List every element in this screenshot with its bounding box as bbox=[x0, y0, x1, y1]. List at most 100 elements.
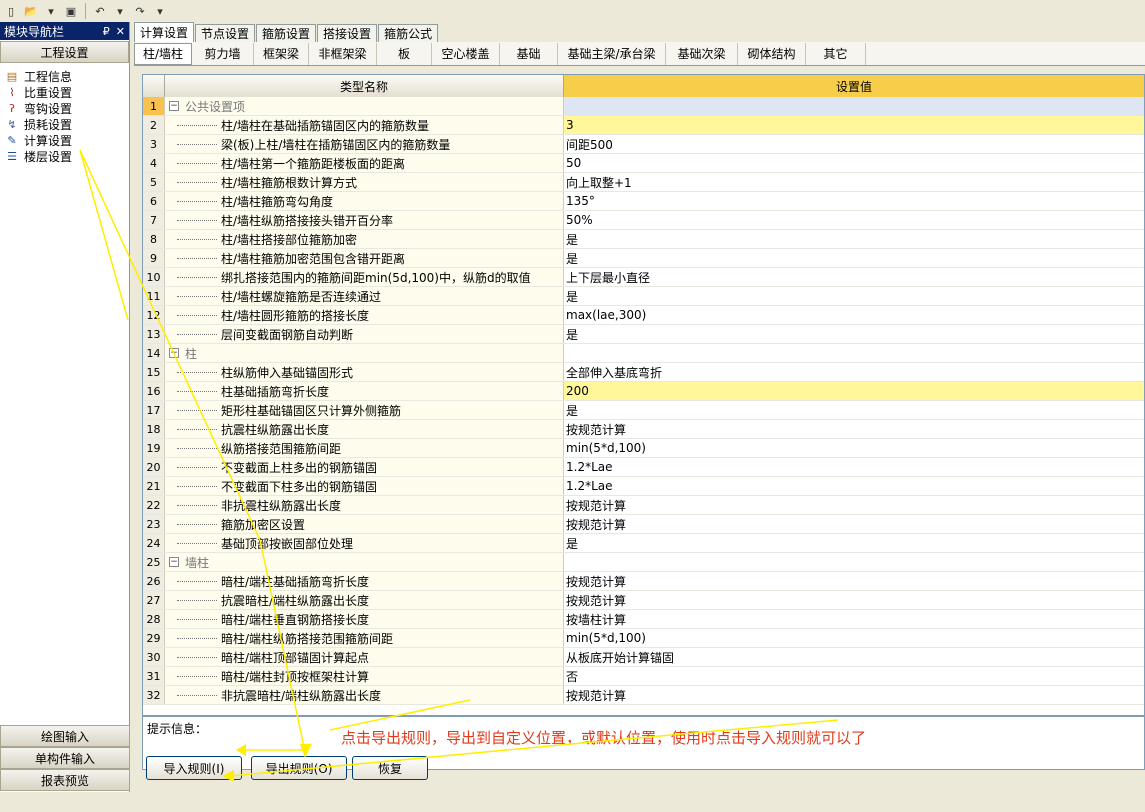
setting-value-cell[interactable]: 按规范计算 bbox=[564, 515, 1144, 533]
redo-icon[interactable]: ↷ bbox=[131, 2, 149, 20]
table-row[interactable]: 23 箍筋加密区设置 按规范计算 bbox=[143, 515, 1144, 534]
tab-component-2[interactable]: 框架梁 bbox=[254, 42, 309, 65]
collapse-icon[interactable]: − bbox=[169, 348, 179, 358]
setting-value-cell[interactable] bbox=[564, 553, 1144, 571]
setting-value-cell[interactable]: 上下层最小直径 bbox=[564, 268, 1144, 286]
tab-component-7[interactable]: 基础主梁/承台梁 bbox=[558, 42, 666, 65]
setting-value-cell[interactable]: 1.2*Lae bbox=[564, 458, 1144, 476]
tab-component-5[interactable]: 空心楼盖 bbox=[432, 42, 500, 65]
setting-value-cell[interactable]: 按规范计算 bbox=[564, 496, 1144, 514]
collapse-icon[interactable]: − bbox=[169, 557, 179, 567]
tab-stirrup-settings[interactable]: 箍筋设置 bbox=[256, 24, 317, 42]
tab-component-3[interactable]: 非框架梁 bbox=[309, 42, 377, 65]
group-row[interactable]: 25− 墙柱 bbox=[143, 553, 1144, 572]
table-row[interactable]: 17 矩形柱基础锚固区只计算外侧箍筋 是 bbox=[143, 401, 1144, 420]
tab-component-4[interactable]: 板 bbox=[377, 42, 432, 65]
close-icon[interactable]: ✕ bbox=[116, 25, 125, 38]
table-row[interactable]: 21 不变截面下柱多出的钢筋锚固 1.2*Lae bbox=[143, 477, 1144, 496]
table-row[interactable]: 2 柱/墙柱在基础插筋锚固区内的箍筋数量 3 bbox=[143, 116, 1144, 135]
setting-value-cell[interactable]: 50% bbox=[564, 211, 1144, 229]
setting-value-cell[interactable]: 间距500 bbox=[564, 135, 1144, 153]
dropdown-icon[interactable]: ▾ bbox=[111, 2, 129, 20]
setting-value-cell[interactable]: 按规范计算 bbox=[564, 420, 1144, 438]
table-row[interactable]: 22 非抗震柱纵筋露出长度 按规范计算 bbox=[143, 496, 1144, 515]
table-row[interactable]: 20 不变截面上柱多出的钢筋锚固 1.2*Lae bbox=[143, 458, 1144, 477]
tab-stirrup-formula[interactable]: 箍筋公式 bbox=[378, 24, 439, 42]
table-row[interactable]: 16 柱基础插筋弯折长度 200 bbox=[143, 382, 1144, 401]
tab-component-1[interactable]: 剪力墙 bbox=[192, 42, 254, 65]
table-row[interactable]: 9 柱/墙柱箍筋加密范围包含错开距离 是 bbox=[143, 249, 1144, 268]
table-row[interactable]: 32 非抗震暗柱/端柱纵筋露出长度 按规范计算 bbox=[143, 686, 1144, 705]
table-row[interactable]: 27 抗震暗柱/端柱纵筋露出长度 按规范计算 bbox=[143, 591, 1144, 610]
nav-drawing-input[interactable]: 绘图输入 bbox=[0, 725, 130, 747]
tab-component-6[interactable]: 基础 bbox=[500, 42, 558, 65]
dropdown-icon[interactable]: ▾ bbox=[151, 2, 169, 20]
setting-value-cell[interactable]: 否 bbox=[564, 667, 1144, 685]
table-row[interactable]: 19 纵筋搭接范围箍筋间距 min(5*d,100) bbox=[143, 439, 1144, 458]
setting-value-cell[interactable] bbox=[564, 97, 1144, 115]
setting-value-cell[interactable]: 从板底开始计算锚固 bbox=[564, 648, 1144, 666]
setting-value-cell[interactable]: 3 bbox=[564, 116, 1144, 134]
open-icon[interactable]: 📂 bbox=[22, 2, 40, 20]
tab-component-10[interactable]: 其它 bbox=[806, 42, 866, 65]
setting-value-cell[interactable]: 135° bbox=[564, 192, 1144, 210]
table-row[interactable]: 29 暗柱/端柱纵筋搭接范围箍筋间距 min(5*d,100) bbox=[143, 629, 1144, 648]
tab-component-9[interactable]: 砌体结构 bbox=[738, 42, 806, 65]
table-row[interactable]: 28 暗柱/端柱垂直钢筋搭接长度 按墙柱计算 bbox=[143, 610, 1144, 629]
table-row[interactable]: 31 暗柱/端柱封顶按框架柱计算 否 bbox=[143, 667, 1144, 686]
import-rules-button[interactable]: 导入规则(I) bbox=[146, 756, 242, 780]
nav-item-hook[interactable]: ʔ 弯钩设置 bbox=[4, 100, 129, 116]
group-row[interactable]: 14− 柱 bbox=[143, 344, 1144, 363]
setting-value-cell[interactable]: 是 bbox=[564, 534, 1144, 552]
export-rules-button[interactable]: 导出规则(O) bbox=[251, 756, 347, 780]
new-icon[interactable]: ▯ bbox=[2, 2, 20, 20]
setting-value-cell[interactable]: 全部伸入基底弯折 bbox=[564, 363, 1144, 381]
setting-value-cell[interactable]: min(5*d,100) bbox=[564, 629, 1144, 647]
setting-value-cell[interactable]: 按规范计算 bbox=[564, 572, 1144, 590]
table-row[interactable]: 13 层间变截面钢筋自动判断 是 bbox=[143, 325, 1144, 344]
undo-icon[interactable]: ↶ bbox=[91, 2, 109, 20]
pin-icon[interactable]: ₽ bbox=[103, 25, 110, 38]
tab-lap-settings[interactable]: 搭接设置 bbox=[317, 24, 378, 42]
table-row[interactable]: 15 柱纵筋伸入基础锚固形式 全部伸入基底弯折 bbox=[143, 363, 1144, 382]
setting-value-cell[interactable]: 1.2*Lae bbox=[564, 477, 1144, 495]
nav-single-component-input[interactable]: 单构件输入 bbox=[0, 747, 130, 769]
save-icon[interactable]: ▣ bbox=[62, 2, 80, 20]
tab-calc-settings[interactable]: 计算设置 bbox=[134, 22, 195, 42]
setting-value-cell[interactable] bbox=[564, 344, 1144, 362]
setting-value-cell[interactable]: 是 bbox=[564, 230, 1144, 248]
table-row[interactable]: 4 柱/墙柱第一个箍筋距楼板面的距离 50 bbox=[143, 154, 1144, 173]
setting-value-cell[interactable]: 按墙柱计算 bbox=[564, 610, 1144, 628]
tab-node-settings[interactable]: 节点设置 bbox=[195, 24, 256, 42]
collapse-icon[interactable]: − bbox=[169, 101, 179, 111]
nav-report-preview[interactable]: 报表预览 bbox=[0, 769, 130, 791]
tab-component-0[interactable]: 柱/墙柱 bbox=[134, 42, 192, 65]
tab-component-8[interactable]: 基础次梁 bbox=[666, 42, 738, 65]
setting-value-cell[interactable]: 按规范计算 bbox=[564, 591, 1144, 609]
nav-section-header[interactable]: 工程设置 bbox=[0, 41, 129, 63]
setting-value-cell[interactable]: 是 bbox=[564, 249, 1144, 267]
table-row[interactable]: 6 柱/墙柱箍筋弯勾角度 135° bbox=[143, 192, 1144, 211]
nav-item-floor[interactable]: ☰ 楼层设置 bbox=[4, 148, 129, 164]
table-row[interactable]: 24 基础顶部按嵌固部位处理 是 bbox=[143, 534, 1144, 553]
setting-value-cell[interactable]: 按规范计算 bbox=[564, 686, 1144, 704]
table-row[interactable]: 11 柱/墙柱螺旋箍筋是否连续通过 是 bbox=[143, 287, 1144, 306]
table-row[interactable]: 8 柱/墙柱搭接部位箍筋加密 是 bbox=[143, 230, 1144, 249]
nav-item-loss[interactable]: ↯ 损耗设置 bbox=[4, 116, 129, 132]
setting-value-cell[interactable]: 是 bbox=[564, 401, 1144, 419]
nav-item-project-info[interactable]: ▤ 工程信息 bbox=[4, 68, 129, 84]
table-row[interactable]: 3 梁(板)上柱/墙柱在插筋锚固区内的箍筋数量 间距500 bbox=[143, 135, 1144, 154]
table-row[interactable]: 26 暗柱/端柱基础插筋弯折长度 按规范计算 bbox=[143, 572, 1144, 591]
table-row[interactable]: 5 柱/墙柱箍筋根数计算方式 向上取整+1 bbox=[143, 173, 1144, 192]
table-row[interactable]: 12 柱/墙柱圆形箍筋的搭接长度 max(lae,300) bbox=[143, 306, 1144, 325]
setting-value-cell[interactable]: 是 bbox=[564, 287, 1144, 305]
nav-item-weight[interactable]: ⌇ 比重设置 bbox=[4, 84, 129, 100]
setting-value-cell[interactable]: max(lae,300) bbox=[564, 306, 1144, 324]
setting-value-cell[interactable]: 50 bbox=[564, 154, 1144, 172]
table-row[interactable]: 18 抗震柱纵筋露出长度 按规范计算 bbox=[143, 420, 1144, 439]
table-row[interactable]: 30 暗柱/端柱顶部锚固计算起点 从板底开始计算锚固 bbox=[143, 648, 1144, 667]
table-row[interactable]: 7 柱/墙柱纵筋搭接接头错开百分率 50% bbox=[143, 211, 1144, 230]
setting-value-cell[interactable]: 是 bbox=[564, 325, 1144, 343]
restore-button[interactable]: 恢复 bbox=[352, 756, 428, 780]
table-row[interactable]: 10 绑扎搭接范围内的箍筋间距min(5d,100)中，纵筋d的取值 上下层最小直径 bbox=[143, 268, 1144, 287]
